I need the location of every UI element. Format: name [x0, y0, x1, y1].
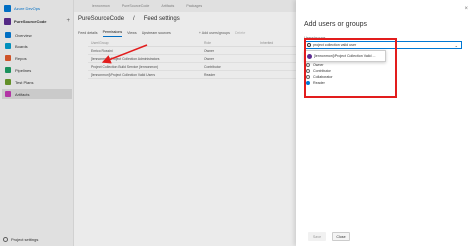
close-icon[interactable]: ×: [464, 6, 468, 12]
annotation-highlight-box: [304, 38, 397, 98]
modal-backdrop[interactable]: [0, 0, 296, 246]
chevron-down-icon[interactable]: ⌄: [455, 43, 458, 48]
add-users-panel: × Add users or groups Users/groups ⌄ [le…: [296, 0, 474, 246]
panel-title: Add users or groups: [304, 21, 368, 28]
save-button[interactable]: Save: [308, 232, 326, 241]
panel-buttons: Save Close: [308, 232, 350, 241]
close-button[interactable]: Close: [332, 232, 350, 241]
